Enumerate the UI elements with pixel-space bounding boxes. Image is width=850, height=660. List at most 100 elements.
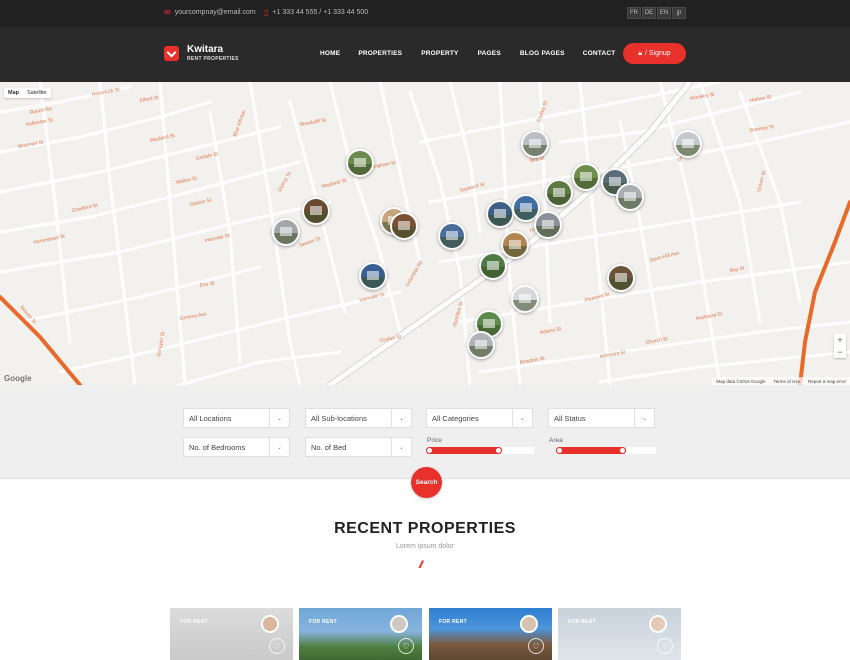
svg-text:Quincy St: Quincy St xyxy=(277,171,293,193)
property-pin[interactable] xyxy=(501,231,529,259)
area-range-fill xyxy=(556,447,626,454)
phone-contact: ▯ +1 333 44 555 / +1 333 44 500 xyxy=(264,8,368,17)
agent-avatar[interactable] xyxy=(390,615,408,633)
property-card[interactable]: FOR RENT ♡ xyxy=(429,608,552,660)
property-pin[interactable] xyxy=(438,222,466,250)
phone-text: +1 333 44 555 / +1 333 44 500 xyxy=(272,9,369,16)
svg-text:Bay St: Bay St xyxy=(729,265,745,274)
heart-icon[interactable]: ♡ xyxy=(398,638,414,654)
svg-text:Blue Hill Ave: Blue Hill Ave xyxy=(232,109,247,138)
heart-icon[interactable]: ♡ xyxy=(657,638,673,654)
property-pin[interactable] xyxy=(572,163,600,191)
lang-jp[interactable]: jp xyxy=(672,7,686,19)
for-rent-badge: FOR RENT xyxy=(439,619,467,625)
agent-avatar[interactable] xyxy=(649,615,667,633)
envelope-icon: ✉ xyxy=(164,8,171,17)
report-error-link[interactable]: Report a map error xyxy=(808,379,846,384)
email-text[interactable]: yourcompnay@email.com xyxy=(175,9,256,16)
map-type-map[interactable]: Map xyxy=(4,88,23,98)
brand-logo[interactable]: Kwitara RENT PROPERTIES xyxy=(164,44,239,62)
svg-text:Dudley St: Dudley St xyxy=(536,100,549,123)
zoom-control: + − xyxy=(834,334,846,358)
property-pin[interactable] xyxy=(534,211,562,239)
svg-text:Homestead St: Homestead St xyxy=(33,233,66,246)
brand-tagline: RENT PROPERTIES xyxy=(187,56,239,62)
lang-fr[interactable]: FR xyxy=(627,7,641,19)
price-max-handle[interactable] xyxy=(495,448,501,453)
property-pin[interactable] xyxy=(521,130,549,158)
status-value: All Status xyxy=(554,413,586,423)
bedrooms-select[interactable]: No. of Bedrooms ⌄ xyxy=(183,437,290,457)
price-slider[interactable] xyxy=(426,447,534,454)
chevron-down-icon: ⌄ xyxy=(391,409,411,427)
svg-text:Carlisle St: Carlisle St xyxy=(195,151,219,162)
area-max-handle[interactable] xyxy=(620,448,625,453)
property-map[interactable]: Haverlock St Elbert St Ranch Rd Hollande… xyxy=(0,82,850,385)
svg-text:Hinckley St: Hinckley St xyxy=(689,92,715,102)
property-pin[interactable] xyxy=(511,285,539,313)
property-pin[interactable] xyxy=(346,149,374,177)
nav-contact[interactable]: CONTACT xyxy=(583,50,616,57)
svg-text:Waymart St: Waymart St xyxy=(17,139,44,150)
svg-text:Gaston St: Gaston St xyxy=(189,197,213,208)
sublocation-select[interactable]: All Sub-locations ⌄ xyxy=(305,408,412,428)
svg-text:Walton St: Walton St xyxy=(175,175,198,185)
signup-button[interactable]: 🔒︎ / Signup xyxy=(623,43,686,64)
property-pin[interactable] xyxy=(467,331,495,359)
svg-text:Ashmont St: Ashmont St xyxy=(599,349,626,360)
svg-text:Woodcliff St: Woodcliff St xyxy=(299,117,327,128)
property-pin[interactable] xyxy=(272,218,300,246)
area-slider[interactable] xyxy=(556,447,656,454)
zoom-in-button[interactable]: + xyxy=(834,334,846,346)
property-pin[interactable] xyxy=(545,179,573,207)
location-select[interactable]: All Locations ⌄ xyxy=(183,408,290,428)
lang-en[interactable]: EN xyxy=(657,7,671,19)
heart-icon[interactable]: ♡ xyxy=(528,638,544,654)
svg-text:Columbia Rd: Columbia Rd xyxy=(405,260,425,288)
signup-label: / Signup xyxy=(645,50,671,57)
property-pin[interactable] xyxy=(486,200,514,228)
property-pin[interactable] xyxy=(390,212,418,240)
agent-avatar[interactable] xyxy=(520,615,538,633)
property-pin[interactable] xyxy=(479,252,507,280)
nav-home[interactable]: HOME xyxy=(320,50,340,57)
svg-text:Erie St: Erie St xyxy=(199,280,215,289)
map-type-satellite[interactable]: Satellite xyxy=(23,88,51,98)
agent-avatar[interactable] xyxy=(261,615,279,633)
main-navbar: Kwitara RENT PROPERTIES HOME PROPERTIES … xyxy=(0,27,850,82)
property-card[interactable]: FOR RENT ♡ xyxy=(299,608,422,660)
beds-select[interactable]: No. of Bed ⌄ xyxy=(305,437,412,457)
recent-properties-title: RECENT PROPERTIES xyxy=(334,520,516,537)
property-pin[interactable] xyxy=(674,130,702,158)
property-pin[interactable] xyxy=(616,183,644,211)
status-select[interactable]: All Status ⌄ xyxy=(548,408,655,428)
search-panel: All Locations ⌄ All Sub-locations ⌄ All … xyxy=(0,385,850,479)
sublocation-value: All Sub-locations xyxy=(311,413,367,423)
property-pin[interactable] xyxy=(607,264,635,292)
nav-blog-pages[interactable]: BLOG PAGES xyxy=(520,50,565,57)
lang-de[interactable]: DE xyxy=(642,7,656,19)
email-contact[interactable]: ✉ yourcompnay@email.com xyxy=(164,8,256,17)
svg-text:Wayland St: Wayland St xyxy=(149,133,176,144)
category-select[interactable]: All Categories ⌄ xyxy=(426,408,533,428)
location-value: All Locations xyxy=(189,413,232,423)
nav-property[interactable]: PROPERTY xyxy=(421,50,458,57)
for-rent-badge: FOR RENT xyxy=(180,619,208,625)
price-min-handle[interactable] xyxy=(427,448,432,453)
chevron-down-icon: ⌄ xyxy=(269,409,289,427)
terms-link[interactable]: Terms of Use xyxy=(773,379,800,384)
property-card[interactable]: FOR RENT ♡ xyxy=(558,608,681,660)
property-pin[interactable] xyxy=(302,197,330,225)
property-card[interactable]: FOR RENT ♡ xyxy=(170,608,293,660)
zoom-out-button[interactable]: − xyxy=(834,346,846,358)
svg-text:Schuyler St: Schuyler St xyxy=(156,331,166,358)
main-menu: HOME PROPERTIES PROPERTY PAGES BLOG PAGE… xyxy=(320,50,615,57)
map-roads: Haverlock St Elbert St Ranch Rd Hollande… xyxy=(0,82,850,385)
property-pin[interactable] xyxy=(359,262,387,290)
shield-logo-icon xyxy=(164,45,179,61)
area-min-handle[interactable] xyxy=(557,448,562,453)
search-button[interactable]: Search xyxy=(411,467,442,498)
nav-pages[interactable]: PAGES xyxy=(478,50,501,57)
heart-icon[interactable]: ♡ xyxy=(269,638,285,654)
nav-properties[interactable]: PROPERTIES xyxy=(358,50,402,57)
